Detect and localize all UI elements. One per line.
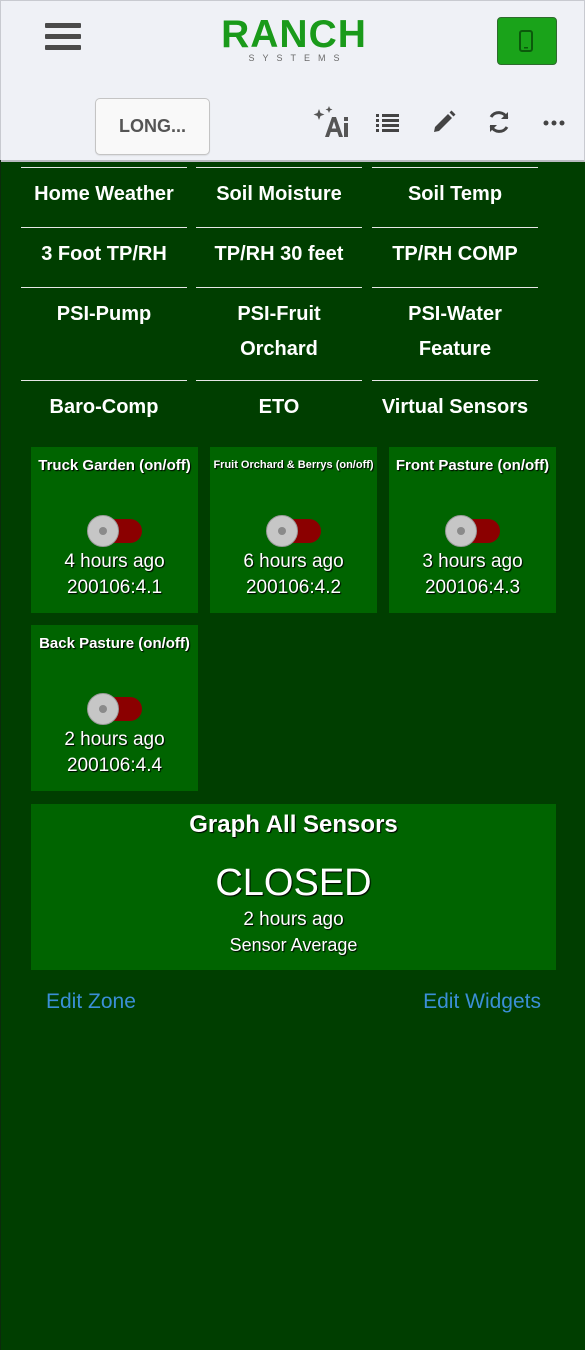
nav-tprh-comp[interactable]: TP/RH COMP: [372, 227, 538, 286]
widget-time: 3 hours ago: [422, 551, 523, 572]
edit-zone-link[interactable]: Edit Zone: [46, 990, 136, 1014]
nav-psi-pump[interactable]: PSI-Pump: [21, 287, 187, 379]
graph-all-sensors-widget[interactable]: Graph All Sensors CLOSED 2 hours ago Sen…: [31, 804, 556, 970]
widget-id: 200106:4.1: [66, 577, 163, 598]
graph-state: CLOSED: [215, 862, 372, 904]
graph-title: Graph All Sensors: [189, 811, 398, 838]
widget-time: 6 hours ago: [243, 551, 344, 572]
graph-subtitle: Sensor Average: [229, 935, 358, 955]
widget-back-pasture[interactable]: Back Pasture (on/off) 2 hours ago 200106…: [31, 625, 198, 791]
widget-time: 4 hours ago: [64, 551, 165, 572]
left-edge: [0, 160, 1, 1350]
nav-home-weather[interactable]: Home Weather: [21, 167, 187, 226]
nav-3-foot-tprh[interactable]: 3 Foot TP/RH: [21, 227, 187, 286]
mobile-phone-button[interactable]: [497, 17, 557, 65]
toggle-switch[interactable]: [87, 693, 145, 725]
list-icon[interactable]: [375, 109, 405, 139]
top-header: RANCH SYSTEMS: [0, 0, 585, 88]
refresh-icon[interactable]: [486, 109, 516, 139]
ranch-systems-logo[interactable]: RANCH SYSTEMS: [213, 15, 375, 71]
nav-soil-moisture[interactable]: Soil Moisture: [196, 167, 362, 226]
hamburger-icon[interactable]: [45, 23, 81, 53]
toggle-switch[interactable]: [87, 515, 145, 547]
widget-title: Fruit Orchard & Berrys (on/off): [213, 459, 374, 471]
widget-id: 200106:4.2: [245, 577, 342, 598]
widget-front-pasture[interactable]: Front Pasture (on/off) 3 hours ago 20010…: [389, 447, 556, 613]
mobile-phone-icon: [519, 30, 533, 52]
pencil-icon[interactable]: [431, 109, 461, 139]
graph-time: 2 hours ago: [243, 909, 344, 930]
widget-id: 200106:4.4: [66, 755, 163, 776]
toolbar: LONG...: [0, 87, 585, 162]
logo-main-text: RANCH: [221, 13, 367, 56]
widget-id: 200106:4.3: [424, 577, 521, 598]
widget-title: Truck Garden (on/off): [38, 457, 191, 474]
selector-button[interactable]: LONG...: [95, 98, 210, 155]
widget-title: Front Pasture (on/off): [395, 457, 550, 474]
widget-truck-garden[interactable]: Truck Garden (on/off) 4 hours ago 200106…: [31, 447, 198, 613]
toggle-switch[interactable]: [266, 515, 324, 547]
more-icon[interactable]: [542, 109, 572, 139]
nav-baro-comp[interactable]: Baro-Comp: [21, 380, 187, 436]
nav-soil-temp[interactable]: Soil Temp: [372, 167, 538, 226]
nav-tprh-30-feet[interactable]: TP/RH 30 feet: [196, 227, 362, 286]
nav-psi-water-feature[interactable]: PSI-Water Feature: [372, 287, 538, 379]
widget-title: Back Pasture (on/off): [39, 635, 190, 652]
nav-psi-fruit-orchard[interactable]: PSI-Fruit Orchard: [196, 287, 362, 379]
toggle-switch[interactable]: [445, 515, 503, 547]
widget-time: 2 hours ago: [64, 729, 165, 750]
nav-eto[interactable]: ETO: [196, 380, 362, 436]
ai-sparkle-icon[interactable]: [313, 105, 349, 141]
widget-fruit-orchard[interactable]: Fruit Orchard & Berrys (on/off) 6 hours …: [210, 447, 377, 613]
edit-widgets-link[interactable]: Edit Widgets: [423, 990, 541, 1014]
nav-virtual-sensors[interactable]: Virtual Sensors: [372, 380, 538, 436]
